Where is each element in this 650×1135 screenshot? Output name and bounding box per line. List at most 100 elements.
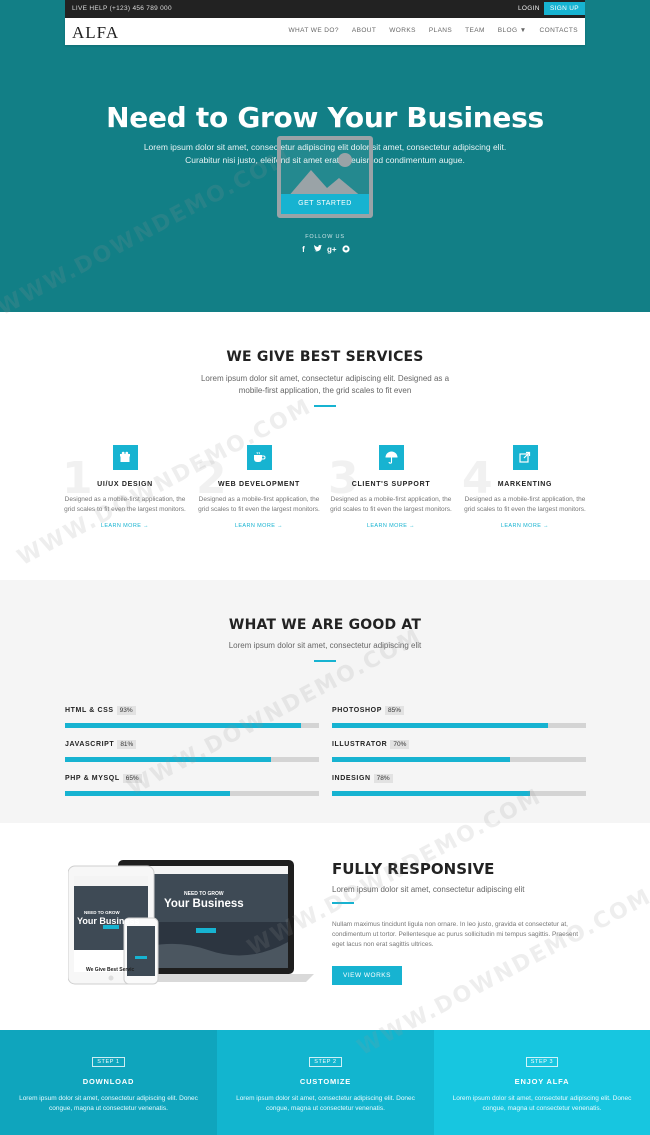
login-link[interactable]: LOGIN — [518, 5, 540, 12]
step-title: DOWNLOAD — [82, 1077, 135, 1086]
follow-us-label: FOLLOW US — [305, 234, 345, 240]
skill-label: JAVASCRIPT — [65, 741, 115, 748]
responsive-devices-image: NEED TO GROW Your Business NEED TO GROW … — [67, 858, 314, 988]
skill-percent-badge: 78% — [373, 774, 393, 783]
skill-track — [65, 757, 319, 762]
google-plus-icon[interactable]: g+ — [327, 245, 337, 255]
step-title: ENJOY ALFA — [514, 1077, 570, 1086]
step-card: STEP 3 ENJOY ALFA Lorem ipsum dolor sit … — [434, 1030, 650, 1135]
nav-item-works[interactable]: WORKS — [389, 27, 416, 34]
service-card: 3 CLIENT'S SUPPORT Designed as a mobile-… — [324, 445, 458, 529]
signup-button[interactable]: SIGN UP — [544, 2, 585, 15]
top-bar: LIVE HELP (+123) 456 789 000 LOGIN SIGN … — [65, 0, 585, 18]
social-links: f g+ — [299, 244, 350, 255]
service-card: 4 MARKENTING Designed as a mobile-first … — [458, 445, 592, 529]
skill-track — [65, 791, 319, 796]
skill-label: PHP & MYSQL — [65, 775, 120, 782]
nav-item-contacts[interactable]: CONTACTS — [540, 27, 578, 34]
skill-bar: ILLUSTRATOR 70% — [332, 733, 586, 762]
skill-label: HTML & CSS — [65, 707, 114, 714]
skill-fill — [65, 791, 231, 796]
skill-track — [332, 723, 586, 728]
skill-fill — [332, 757, 510, 762]
step-title: CUSTOMIZE — [299, 1077, 352, 1086]
service-card: 2 WEB DEVELOPMENT Designed as a mobile-f… — [192, 445, 326, 529]
step-badge: STEP 2 — [309, 1057, 342, 1067]
umbrella-icon — [378, 445, 404, 470]
step-badge: STEP 1 — [92, 1057, 125, 1067]
skill-track — [65, 723, 319, 728]
skill-track — [332, 757, 586, 762]
responsive-subtitle: Lorem ipsum dolor sit amet, consectetur … — [332, 885, 525, 894]
services-subtitle: Lorem ipsum dolor sit amet, consectetur … — [0, 373, 650, 397]
skill-bar: INDESIGN 78% — [332, 767, 586, 796]
skill-percent-badge: 65% — [122, 774, 142, 783]
facebook-icon[interactable]: f — [299, 245, 308, 255]
skill-bar: PHP & MYSQL 65% — [65, 767, 319, 796]
nav-item-what-we-do[interactable]: WHAT WE DO? — [288, 27, 338, 34]
nav-item-about[interactable]: ABOUT — [352, 27, 376, 34]
github-icon[interactable] — [341, 245, 350, 255]
twitter-icon[interactable] — [313, 244, 322, 255]
learn-more-link[interactable]: LEARN MORE → — [192, 523, 326, 529]
skill-bar: PHOTOSHOP 85% — [332, 699, 586, 728]
nav-menu: WHAT WE DO? ABOUT WORKS PLANS TEAM BLOG … — [288, 27, 578, 34]
skill-percent-badge: 85% — [385, 706, 405, 715]
services-divider — [314, 405, 336, 407]
skill-fill — [65, 723, 302, 728]
services-subtitle-line-1: Lorem ipsum dolor sit amet, consectetur … — [200, 374, 450, 383]
learn-more-link[interactable]: LEARN MORE → — [58, 523, 192, 529]
service-text: Designed as a mobile-first application, … — [464, 496, 586, 513]
skill-percent-badge: 70% — [390, 740, 410, 749]
service-text: Designed as a mobile-first application, … — [64, 496, 186, 513]
service-title: MARKENTING — [497, 481, 553, 488]
get-started-button[interactable]: GET STARTED — [281, 194, 369, 214]
skill-percent-badge: 81% — [117, 740, 137, 749]
responsive-title: FULLY RESPONSIVE — [332, 860, 495, 878]
skill-fill — [332, 723, 548, 728]
step-text: Lorem ipsum dolor sit amet, consectetur … — [19, 1095, 198, 1112]
mockup-tablet-small: NEED TO GROW — [84, 910, 120, 915]
skill-bar: JAVASCRIPT 81% — [65, 733, 319, 762]
skills-subtitle: Lorem ipsum dolor sit amet, consectetur … — [228, 641, 422, 650]
step-card: STEP 2 CUSTOMIZE Lorem ipsum dolor sit a… — [217, 1030, 434, 1135]
skill-bar: HTML & CSS 93% — [65, 699, 319, 728]
learn-more-link[interactable]: LEARN MORE → — [458, 523, 592, 529]
skill-label: INDESIGN — [332, 775, 371, 782]
main-navbar: ALFA WHAT WE DO? ABOUT WORKS PLANS TEAM … — [65, 18, 585, 45]
skills-title: WHAT WE ARE GOOD AT — [228, 617, 422, 633]
site-logo[interactable]: ALFA — [72, 23, 119, 43]
step-text: Lorem ipsum dolor sit amet, consectetur … — [236, 1095, 415, 1112]
nav-item-blog-label: BLOG — [497, 27, 518, 34]
mockup-heading-big: Your Business — [164, 898, 244, 910]
mockup-heading-small: NEED TO GROW — [184, 891, 224, 897]
hero-title: Need to Grow Your Business — [106, 101, 544, 134]
service-text: Designed as a mobile-first application, … — [198, 496, 320, 513]
mockup-tablet-big: Your Business — [77, 916, 140, 926]
service-title: CLIENT'S SUPPORT — [351, 481, 431, 488]
skill-fill — [332, 791, 531, 796]
mockup-tablet-footer: We Give Best Servic — [86, 967, 135, 973]
skills-divider — [314, 660, 336, 662]
service-text: Designed as a mobile-first application, … — [330, 496, 452, 513]
service-card: 1 UI/UX DESIGN Designed as a mobile-firs… — [58, 445, 192, 529]
service-title: WEB DEVELOPMENT — [217, 481, 301, 488]
live-help-text: LIVE HELP (+123) 456 789 000 — [72, 5, 172, 12]
step-badge: STEP 3 — [525, 1057, 559, 1067]
nav-item-blog[interactable]: BLOG ▼ — [498, 27, 527, 34]
coffee-icon — [246, 445, 272, 470]
responsive-divider — [332, 902, 354, 904]
view-works-button[interactable]: VIEW WORKS — [332, 966, 402, 985]
skill-label: ILLUSTRATOR — [332, 741, 388, 748]
service-title: UI/UX DESIGN — [97, 481, 153, 488]
skill-percent-badge: 93% — [116, 706, 136, 715]
nav-item-team[interactable]: TEAM — [465, 27, 485, 34]
step-card: STEP 1 DOWNLOAD Lorem ipsum dolor sit am… — [0, 1030, 217, 1135]
skill-fill — [65, 757, 271, 762]
learn-more-link[interactable]: LEARN MORE → — [324, 523, 458, 529]
nav-item-plans[interactable]: PLANS — [429, 27, 452, 34]
services-title: WE GIVE BEST SERVICES — [226, 349, 424, 365]
share-icon — [512, 445, 538, 470]
skill-label: PHOTOSHOP — [332, 707, 383, 714]
services-subtitle-line-2: mobile-first application, the grid scale… — [238, 386, 412, 395]
